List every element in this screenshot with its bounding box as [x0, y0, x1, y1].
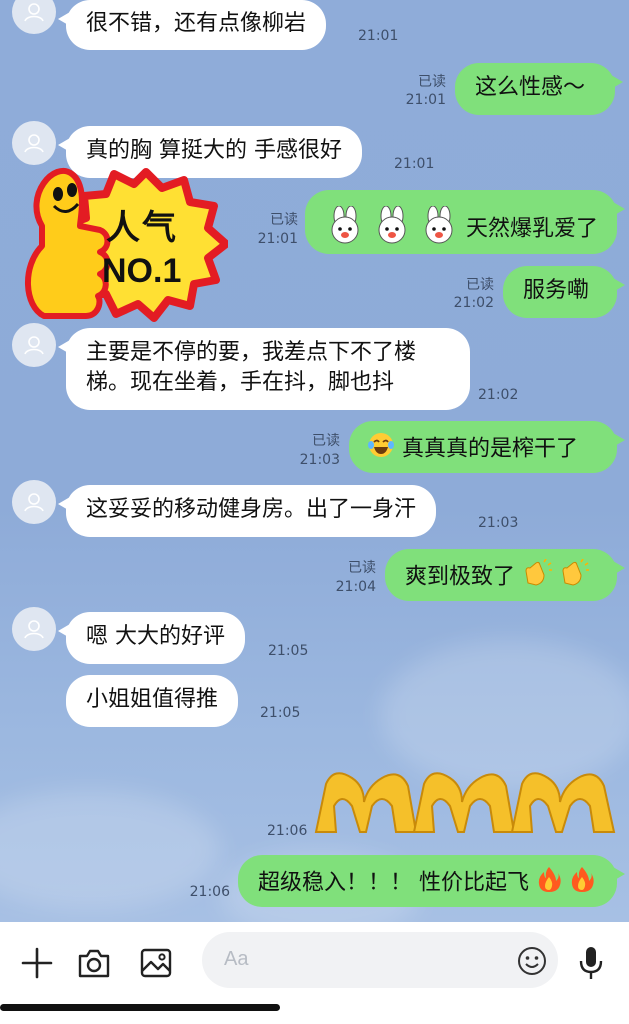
clapping-hands-emoji-icon [522, 558, 553, 596]
message-time: 21:02 [453, 295, 494, 311]
incoming-message[interactable]: 这妥妥的移动健身房。出了一身汗 [57, 485, 437, 537]
home-indicator [0, 1004, 280, 1011]
avatar-icon [24, 336, 44, 355]
camera-button[interactable] [71, 940, 117, 986]
message-input-placeholder: Aa [224, 948, 249, 970]
clapping-hands-emoji-icon [559, 558, 590, 596]
message-time: 21:01 [394, 156, 435, 172]
message-text: 小姐姐值得推 [86, 687, 219, 712]
outgoing-message[interactable]: 真真真的是榨干了 [349, 421, 625, 473]
chat-area[interactable]: 很不错，还有点像柳岩 21:01 这么性感～ 已读 21:01 真的胸 算挺大的… [0, 0, 629, 922]
badge-line-1: 人气 [106, 208, 178, 248]
incoming-message[interactable]: 小姐姐值得推 [66, 675, 239, 727]
message-time: 21:06 [189, 884, 230, 900]
read-receipt: 已读 [348, 560, 376, 576]
badge-line-2: NO.1 [102, 252, 182, 290]
popularity-badge-sticker: 人气 NO.1 [14, 156, 228, 330]
bunny-emoji-icon [372, 205, 412, 253]
message-text: 爽到极致了 [405, 564, 516, 590]
message-text: 天然爆乳爱了 [466, 216, 599, 242]
outgoing-message[interactable]: 天然爆乳爱了 [305, 190, 625, 254]
image-button[interactable] [133, 940, 179, 986]
avatar-icon [24, 493, 44, 512]
avatar[interactable] [12, 0, 56, 34]
outgoing-message[interactable]: 服务嘞 [503, 266, 625, 318]
heart-hands-sticker[interactable] [312, 762, 618, 836]
incoming-message[interactable]: 主要是不停的要，我差点下不了楼 梯。现在坐着，手在抖，脚也抖 [58, 328, 470, 410]
laughing-tears-emoji-icon [367, 431, 395, 468]
microphone-icon [579, 947, 603, 979]
message-time: 21:03 [478, 515, 519, 531]
incoming-message[interactable]: 很不错，还有点像柳岩 [57, 0, 327, 50]
outgoing-message[interactable]: 爽到极致了 [385, 549, 625, 601]
message-text: 真真真的是榨干了 [402, 436, 579, 462]
message-time: 21:01 [405, 92, 446, 108]
message-time: 21:05 [268, 643, 309, 659]
message-text-line: 梯。现在坐着，手在抖，脚也抖 [86, 370, 395, 395]
message-time: 21:06 [267, 823, 308, 839]
fire-emoji-icon [536, 865, 562, 902]
fire-emoji-icon [569, 865, 595, 902]
message-input[interactable]: Aa [202, 932, 558, 988]
avatar[interactable] [12, 480, 56, 524]
message-time: 21:02 [478, 387, 519, 403]
message-text: 这么性感～ [475, 75, 586, 100]
message-text: 很不错，还有点像柳岩 [86, 11, 307, 36]
plus-button[interactable] [14, 940, 60, 986]
message-time: 21:01 [358, 28, 399, 44]
read-receipt: 已读 [312, 433, 340, 449]
incoming-message[interactable]: 嗯 大大的好评 [58, 612, 245, 664]
bunny-emoji-icon [325, 205, 365, 253]
camera-icon [78, 949, 110, 978]
smiley-icon [518, 947, 546, 975]
outgoing-message[interactable]: 超级稳入！！！ 性价比起飞 [238, 855, 625, 907]
avatar-icon [24, 620, 44, 639]
message-time: 21:05 [260, 705, 301, 721]
message-text: 超级稳入！！！ 性价比起飞 [258, 870, 529, 896]
message-time: 21:01 [257, 231, 298, 247]
plus-icon [21, 947, 53, 979]
message-text: 服务嘞 [523, 278, 590, 303]
message-text-line: 主要是不停的要，我差点下不了楼 [86, 340, 417, 365]
outgoing-message[interactable]: 这么性感～ [455, 63, 623, 115]
read-receipt: 已读 [270, 212, 298, 228]
message-time: 21:04 [335, 579, 376, 595]
read-receipt: 已读 [466, 277, 494, 293]
avatar-icon [24, 134, 44, 153]
bunny-emoji-icon [419, 205, 459, 253]
read-receipt: 已读 [418, 74, 446, 90]
message-text: 嗯 大大的好评 [86, 624, 225, 649]
microphone-button[interactable] [568, 940, 614, 986]
message-text: 这妥妥的移动健身房。出了一身汗 [86, 497, 417, 522]
image-icon [140, 948, 172, 978]
smiley-button[interactable] [516, 945, 548, 977]
avatar[interactable] [12, 607, 56, 651]
avatar-icon [24, 3, 44, 22]
message-time: 21:03 [299, 452, 340, 468]
